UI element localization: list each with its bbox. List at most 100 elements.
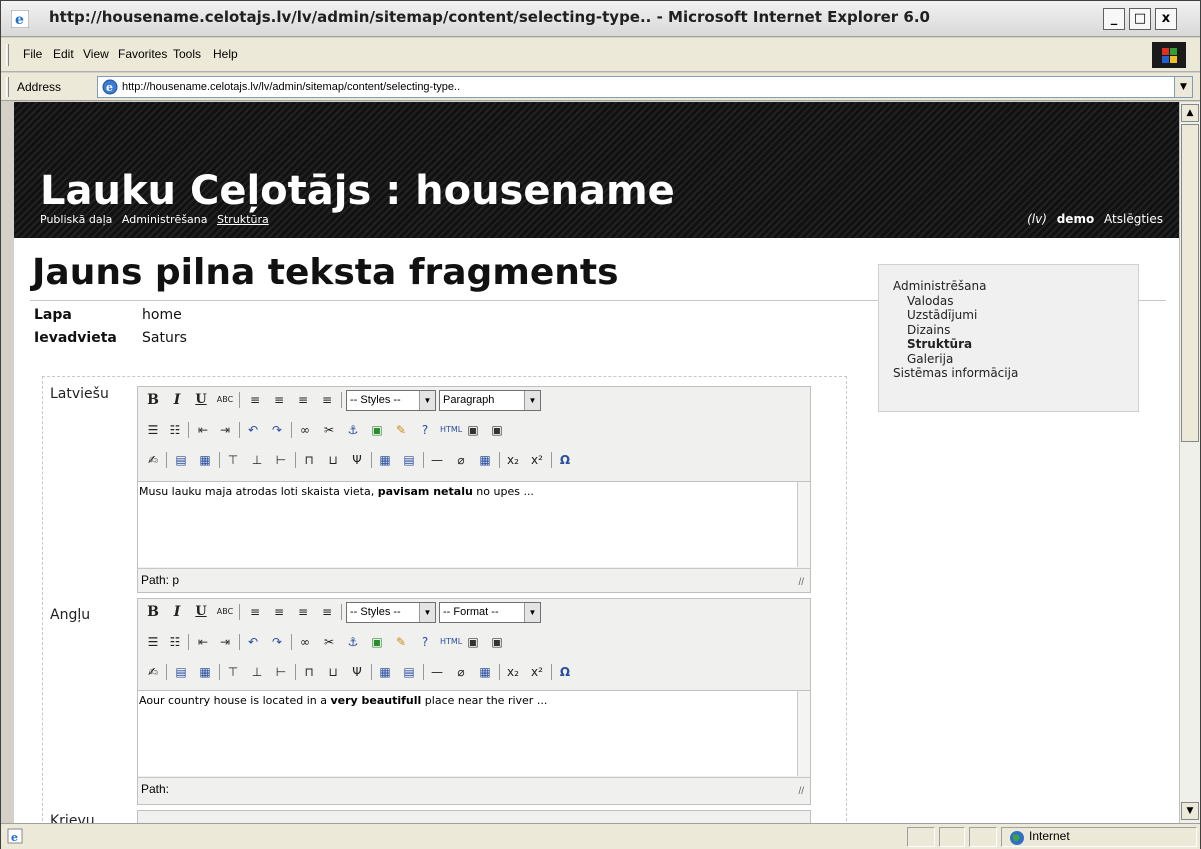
italic-icon[interactable]: I xyxy=(168,603,186,621)
bullet-list-icon[interactable]: ☰ xyxy=(144,633,162,651)
indent-icon[interactable]: ⇥ xyxy=(216,421,234,439)
menu-tools[interactable]: Tools xyxy=(173,47,201,61)
row-after-icon[interactable]: ⊥ xyxy=(248,663,266,681)
superscript-icon[interactable]: x² xyxy=(528,451,546,469)
editor-scrollbar[interactable] xyxy=(798,690,810,776)
align-justify-icon[interactable]: ≡ xyxy=(318,391,336,409)
bold-icon[interactable]: B xyxy=(144,603,162,621)
cleanup-icon[interactable]: ✎ xyxy=(392,633,410,651)
media-icon[interactable]: ▣ xyxy=(488,633,506,651)
col-before-icon[interactable]: ⊓ xyxy=(300,663,318,681)
bold-icon[interactable]: B xyxy=(144,391,162,409)
align-right-icon[interactable]: ≡ xyxy=(294,603,312,621)
nav-admin[interactable]: Administrēšana xyxy=(122,213,208,226)
anchor-icon[interactable]: ⚓ xyxy=(344,421,362,439)
address-dropdown-icon[interactable]: ▼ xyxy=(1174,77,1192,97)
styles-select[interactable]: -- Styles -- ▼ xyxy=(346,602,436,623)
html-source-icon[interactable]: HTML xyxy=(440,421,462,439)
bullet-list-icon[interactable]: ☰ xyxy=(144,421,162,439)
strikethrough-icon[interactable]: ABC xyxy=(216,391,234,409)
menu-view[interactable]: View xyxy=(83,47,109,61)
sidebar-item-settings[interactable]: Uzstādījumi xyxy=(893,308,1138,323)
remove-format-icon[interactable]: ⌀ xyxy=(452,451,470,469)
col-before-icon[interactable]: ⊓ xyxy=(300,451,318,469)
format-select[interactable]: Paragraph ▼ xyxy=(439,390,541,411)
anchor-icon[interactable]: ⚓ xyxy=(344,633,362,651)
table-cell-props-icon[interactable]: ▦ xyxy=(196,663,214,681)
redo-icon[interactable]: ↷ xyxy=(268,421,286,439)
unlink-icon[interactable]: ✂ xyxy=(320,633,338,651)
col-after-icon[interactable]: ⊔ xyxy=(324,451,342,469)
align-center-icon[interactable]: ≡ xyxy=(270,391,288,409)
underline-icon[interactable]: U xyxy=(192,391,210,409)
delete-row-icon[interactable]: ⊢ xyxy=(272,663,290,681)
editor-content-area[interactable]: Musu lauku maja atrodas loti skaista vie… xyxy=(138,481,798,567)
italic-icon[interactable]: I xyxy=(168,391,186,409)
row-before-icon[interactable]: ⊤ xyxy=(224,663,242,681)
special-char-icon[interactable]: Ω xyxy=(556,663,574,681)
sidebar-item-structure[interactable]: Struktūra xyxy=(893,337,1138,352)
merge-cells-icon[interactable]: ▤ xyxy=(400,451,418,469)
help-icon[interactable]: ? xyxy=(416,633,434,651)
scroll-up-icon[interactable]: ▲ xyxy=(1181,104,1199,122)
menu-help[interactable]: Help xyxy=(213,47,238,61)
logout-link[interactable]: Atslēgties xyxy=(1104,212,1163,226)
editor-scrollbar[interactable] xyxy=(798,481,810,567)
subscript-icon[interactable]: x₂ xyxy=(504,451,522,469)
language-indicator[interactable]: (lv) xyxy=(1027,212,1047,226)
address-input[interactable]: e http://housename.celotajs.lv/lv/admin/… xyxy=(97,76,1193,98)
sidebar-item-system-info[interactable]: Sistēmas informācija xyxy=(893,366,1138,381)
special-char-icon[interactable]: Ω xyxy=(556,451,574,469)
horizontal-rule-icon[interactable]: — xyxy=(428,451,446,469)
superscript-icon[interactable]: x² xyxy=(528,663,546,681)
visual-aid-icon[interactable]: ▦ xyxy=(476,451,494,469)
page-scrollbar[interactable]: ▲ ▼ xyxy=(1179,102,1200,823)
numbered-list-icon[interactable]: ☷ xyxy=(166,421,184,439)
undo-icon[interactable]: ↶ xyxy=(244,633,262,651)
maximize-button[interactable]: □ xyxy=(1129,8,1151,30)
row-after-icon[interactable]: ⊥ xyxy=(248,451,266,469)
align-left-icon[interactable]: ≡ xyxy=(246,391,264,409)
outdent-icon[interactable]: ⇤ xyxy=(194,633,212,651)
undo-icon[interactable]: ↶ xyxy=(244,421,262,439)
horizontal-rule-icon[interactable]: — xyxy=(428,663,446,681)
media-icon[interactable]: ▣ xyxy=(488,421,506,439)
editor-content-area[interactable]: Aour country house is located in a very … xyxy=(138,690,798,776)
scroll-thumb[interactable] xyxy=(1181,124,1199,442)
table-row-props-icon[interactable]: ▤ xyxy=(172,451,190,469)
align-left-icon[interactable]: ≡ xyxy=(246,603,264,621)
edit-css-icon[interactable]: ✍ xyxy=(144,451,162,469)
remove-format-icon[interactable]: ⌀ xyxy=(452,663,470,681)
image-icon[interactable]: ▣ xyxy=(368,421,386,439)
visual-aid-icon[interactable]: ▦ xyxy=(476,663,494,681)
subscript-icon[interactable]: x₂ xyxy=(504,663,522,681)
styles-select[interactable]: -- Styles -- ▼ xyxy=(346,390,436,411)
code-icon[interactable]: ▣ xyxy=(464,421,482,439)
redo-icon[interactable]: ↷ xyxy=(268,633,286,651)
link-icon[interactable]: ∞ xyxy=(296,633,314,651)
align-right-icon[interactable]: ≡ xyxy=(294,391,312,409)
merge-cells-icon[interactable]: ▤ xyxy=(400,663,418,681)
underline-icon[interactable]: U xyxy=(192,603,210,621)
menu-favorites[interactable]: Favorites xyxy=(118,47,167,61)
nav-structure[interactable]: Struktūra xyxy=(217,213,269,226)
resize-grip-icon[interactable]: // xyxy=(798,577,804,588)
insert-table-icon[interactable]: ▦ xyxy=(376,451,394,469)
sidebar-item-design[interactable]: Dizains xyxy=(893,323,1138,338)
row-before-icon[interactable]: ⊤ xyxy=(224,451,242,469)
link-icon[interactable]: ∞ xyxy=(296,421,314,439)
outdent-icon[interactable]: ⇤ xyxy=(194,421,212,439)
scroll-down-icon[interactable]: ▼ xyxy=(1181,802,1199,820)
html-source-icon[interactable]: HTML xyxy=(440,633,462,651)
strikethrough-icon[interactable]: ABC xyxy=(216,603,234,621)
minimize-button[interactable]: _ xyxy=(1103,8,1125,30)
menu-file[interactable]: File xyxy=(23,47,42,61)
sidebar-item-languages[interactable]: Valodas xyxy=(893,294,1138,309)
code-icon[interactable]: ▣ xyxy=(464,633,482,651)
edit-css-icon[interactable]: ✍ xyxy=(144,663,162,681)
table-cell-props-icon[interactable]: ▦ xyxy=(196,451,214,469)
align-justify-icon[interactable]: ≡ xyxy=(318,603,336,621)
resize-grip-icon[interactable]: // xyxy=(798,786,804,797)
insert-table-icon[interactable]: ▦ xyxy=(376,663,394,681)
format-select[interactable]: -- Format -- ▼ xyxy=(439,602,541,623)
